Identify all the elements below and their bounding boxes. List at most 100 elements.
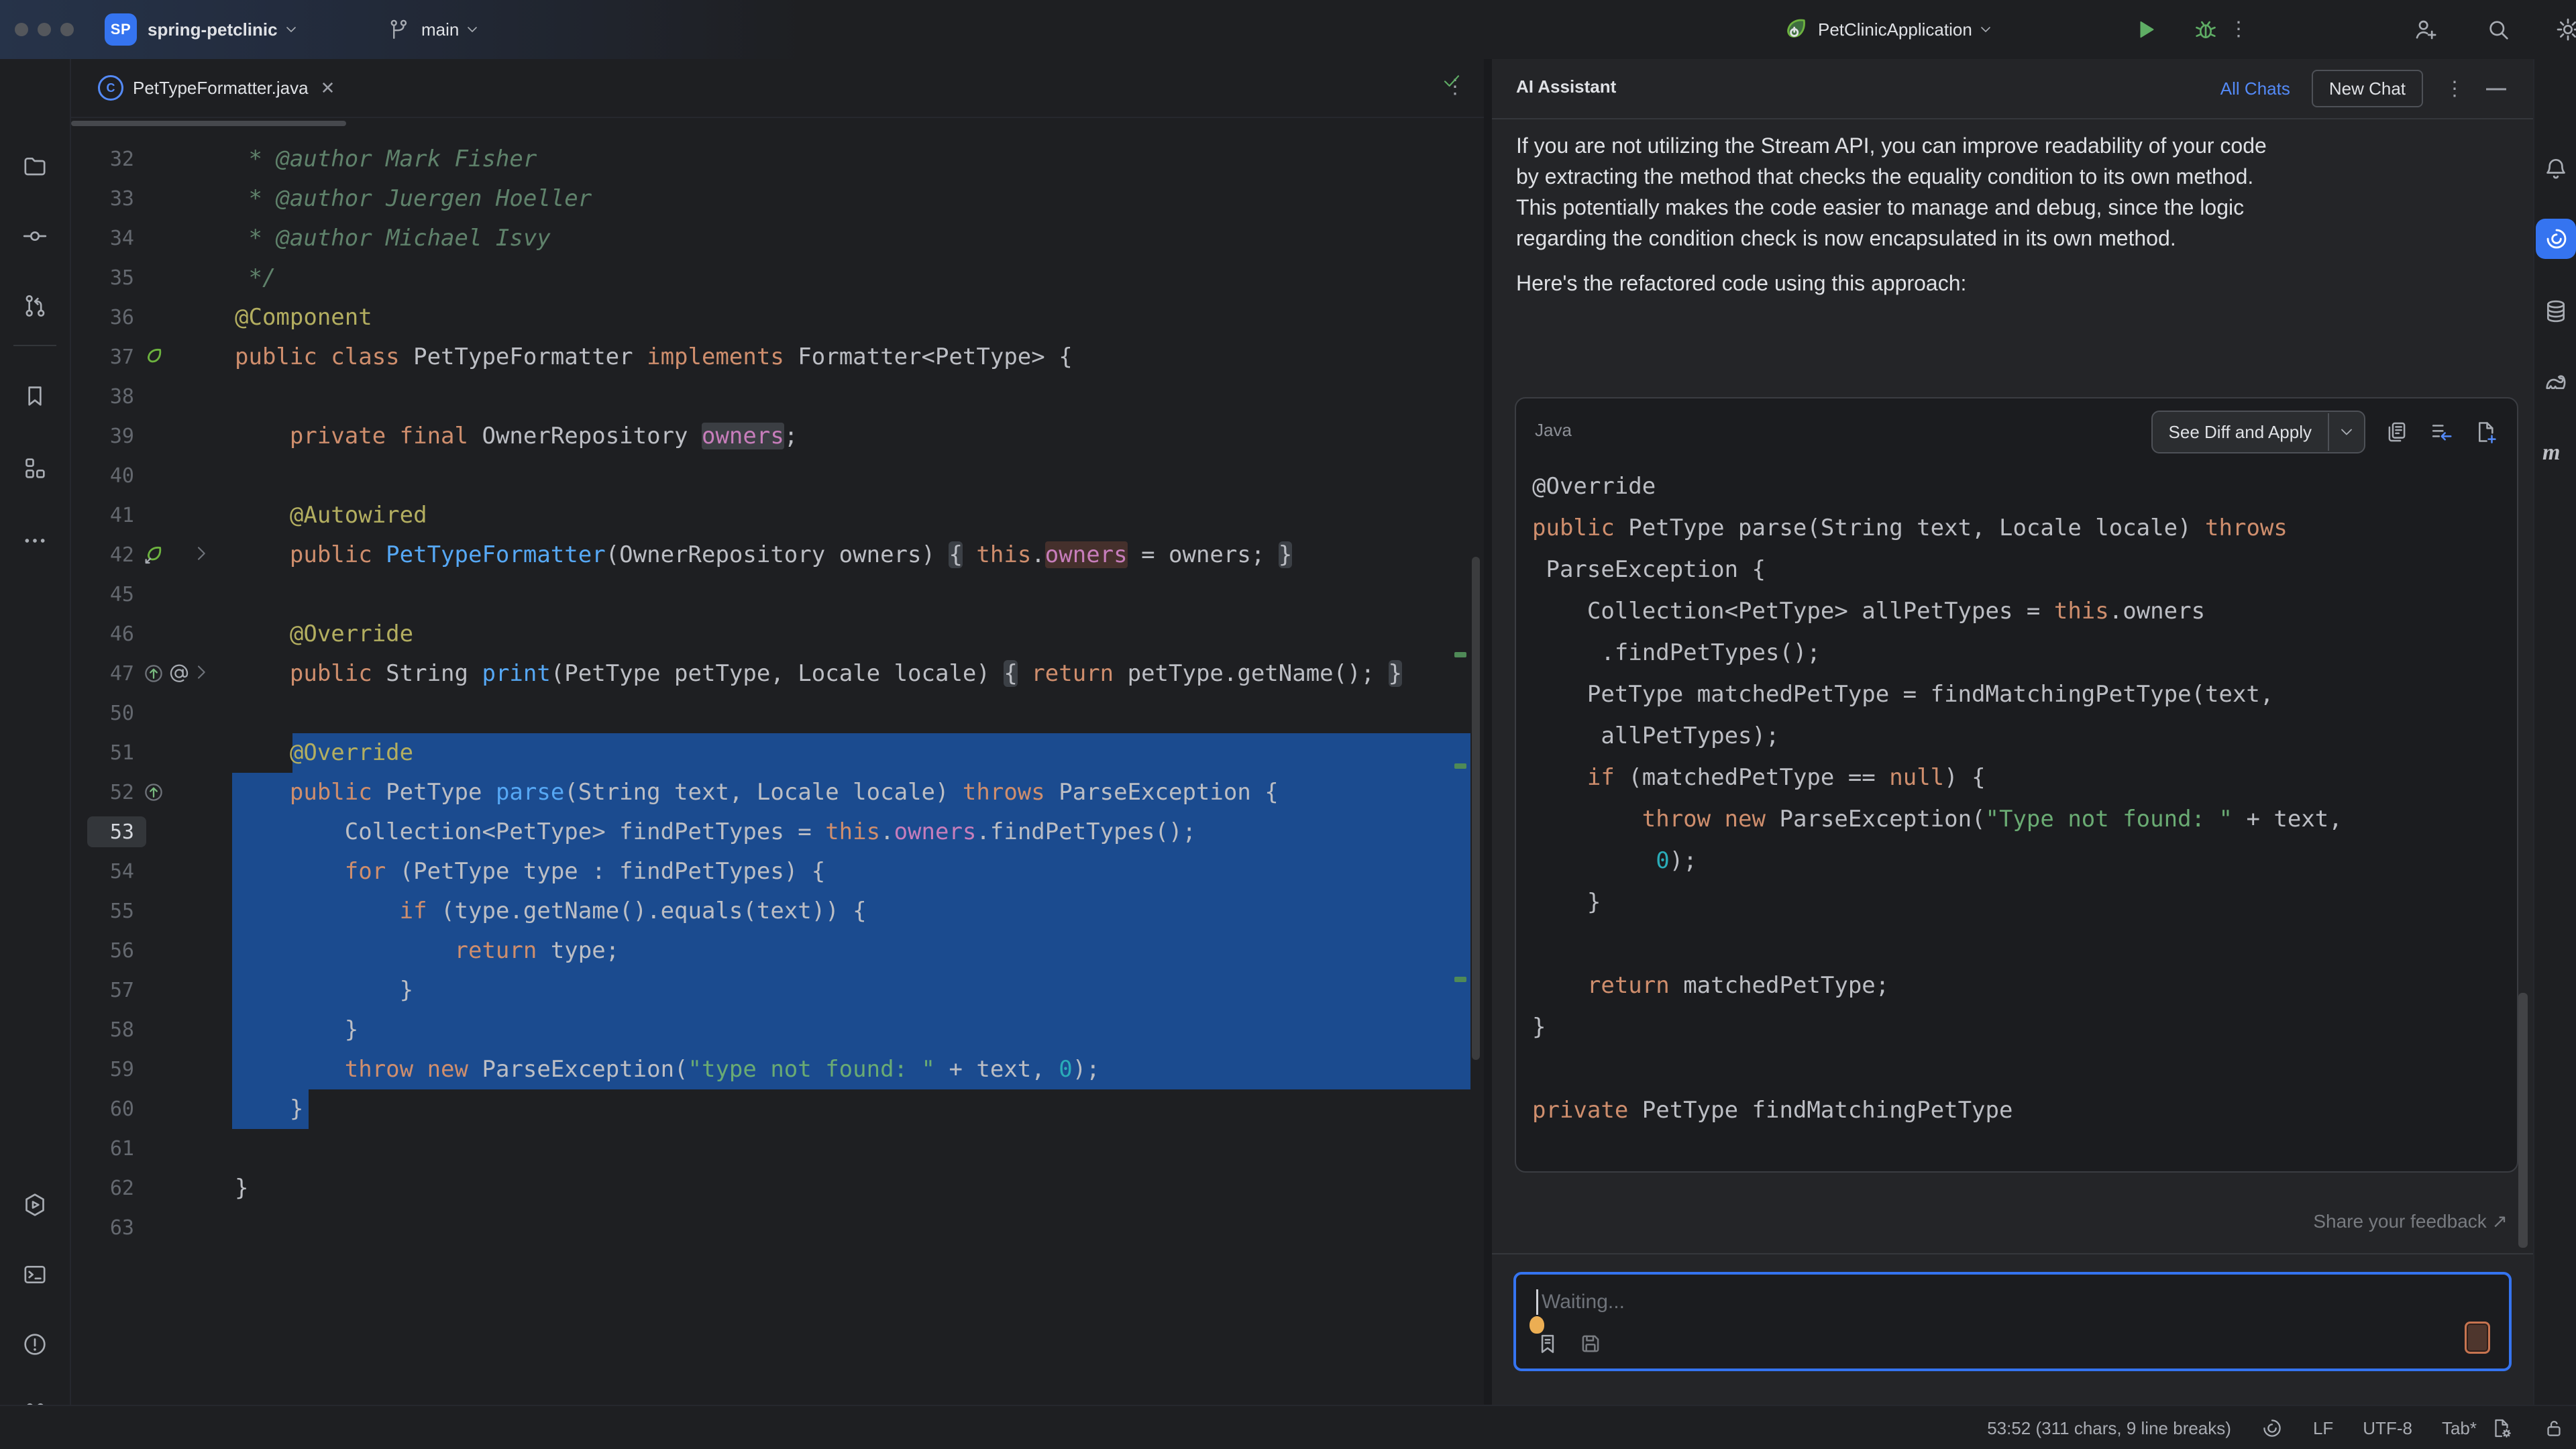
code-line-35[interactable]: 35 */ (71, 258, 1484, 298)
new-chat-button[interactable]: New Chat (2312, 70, 2423, 107)
code-text[interactable]: @Component (235, 298, 372, 337)
fold-chevron-icon[interactable] (191, 661, 212, 683)
ai-assistant-tool-icon[interactable] (2536, 219, 2576, 259)
more-tools-icon[interactable] (21, 527, 48, 554)
code-text[interactable]: throw new ParseException("type not found… (235, 1050, 1100, 1089)
code-text[interactable]: } (235, 971, 413, 1010)
code-text[interactable]: */ (235, 258, 276, 298)
tab-pettypeformatter[interactable]: C PetTypeFormatter.java ✕ (85, 59, 348, 117)
save-chat-icon[interactable] (1578, 1331, 1603, 1356)
copy-icon[interactable] (2384, 419, 2410, 445)
change-marker[interactable] (1454, 977, 1466, 982)
code-text[interactable]: * @author Juergen Hoeller (235, 179, 592, 219)
apply-dropdown-icon[interactable] (2329, 423, 2364, 441)
pull-requests-tool-icon[interactable] (21, 292, 48, 319)
stop-generation-button[interactable] (2465, 1322, 2490, 1354)
code-line-54[interactable]: 54 for (PetType type : findPetTypes) { (71, 852, 1484, 892)
code-text[interactable]: @Override (235, 733, 413, 773)
code-line-40[interactable]: 40 (71, 456, 1484, 496)
insert-at-caret-icon[interactable] (2428, 419, 2454, 445)
code-line-62[interactable]: 62} (71, 1169, 1484, 1208)
code-line-32[interactable]: 32 * @author Mark Fisher (71, 140, 1484, 179)
code-line-34[interactable]: 34 * @author Michael Isvy (71, 219, 1484, 258)
spring-arrow-gutter-icon[interactable] (142, 543, 165, 566)
code-line-42[interactable]: 42 public PetTypeFormatter(OwnerReposito… (71, 535, 1484, 575)
code-line-51[interactable]: 51 @Override (71, 733, 1484, 773)
code-line-46[interactable]: 46 @Override (71, 614, 1484, 654)
share-feedback-link[interactable]: Share your feedback ↗ (2313, 1210, 2508, 1232)
project-widget[interactable]: SP spring-petclinic (105, 0, 299, 59)
code-line-60[interactable]: 60 } (71, 1089, 1484, 1129)
commit-tool-icon[interactable] (21, 223, 48, 250)
maven-tool-icon[interactable]: m (2542, 440, 2560, 466)
code-text[interactable]: Collection<PetType> findPetTypes = this.… (235, 812, 1196, 852)
prompt-library-icon[interactable] (1535, 1331, 1560, 1356)
code-line-37[interactable]: 37public class PetTypeFormatter implemen… (71, 337, 1484, 377)
code-text[interactable]: } (235, 1169, 248, 1208)
code-text[interactable]: @Autowired (235, 496, 427, 535)
code-line-45[interactable]: 45 (71, 575, 1484, 614)
terminal-tool-icon[interactable] (21, 1261, 48, 1288)
indent-style[interactable]: Tab* (2442, 1418, 2477, 1439)
file-properties-icon[interactable] (2490, 1417, 2513, 1440)
panel-options-icon[interactable]: ⋮ (2445, 77, 2465, 101)
code-line-52[interactable]: 52 public PetType parse(String text, Loc… (71, 773, 1484, 812)
see-diff-label[interactable]: See Diff and Apply (2153, 422, 2328, 443)
structure-tool-icon[interactable] (21, 455, 48, 482)
at-gutter-icon[interactable] (168, 662, 191, 685)
chat-input[interactable]: Waiting... (1513, 1272, 2512, 1371)
window-close-dot[interactable] (15, 23, 28, 36)
code-line-41[interactable]: 41 @Autowired (71, 496, 1484, 535)
run-widget[interactable]: PetClinicApplication (1782, 0, 1994, 59)
code-text[interactable]: private final OwnerRepository owners; (235, 417, 798, 456)
spring-gutter-icon[interactable] (142, 345, 165, 368)
code-text[interactable]: for (PetType type : findPetTypes) { (235, 852, 825, 892)
code-line-56[interactable]: 56 return type; (71, 931, 1484, 971)
more-actions-button[interactable]: ⋮ (2229, 17, 2249, 41)
writable-lock-icon[interactable] (2542, 1417, 2565, 1440)
code-text[interactable]: public PetType parse(String text, Locale… (235, 773, 1279, 812)
code-with-me-icon[interactable] (2412, 16, 2439, 43)
ai-panel-scrollbar[interactable] (2518, 993, 2528, 1248)
debug-button[interactable] (2192, 16, 2219, 43)
code-line-38[interactable]: 38 (71, 377, 1484, 417)
tab-title[interactable]: PetTypeFormatter.java (133, 78, 309, 99)
code-line-57[interactable]: 57 } (71, 971, 1484, 1010)
hide-panel-icon[interactable]: — (2486, 77, 2506, 100)
line-separator[interactable]: LF (2313, 1418, 2333, 1439)
branch-name[interactable]: main (421, 19, 459, 40)
code-text[interactable]: public class PetTypeFormatter implements… (235, 337, 1073, 377)
window-minimize-dot[interactable] (38, 23, 51, 36)
code-line-59[interactable]: 59 throw new ParseException("type not fo… (71, 1050, 1484, 1089)
settings-icon[interactable] (2555, 16, 2576, 43)
close-icon[interactable]: ✕ (321, 78, 335, 99)
vcs-widget[interactable]: main (386, 0, 480, 59)
notifications-icon[interactable] (2542, 156, 2569, 182)
code-line-53[interactable]: 53 Collection<PetType> findPetTypes = th… (71, 812, 1484, 852)
code-line-47[interactable]: 47 public String print(PetType petType, … (71, 654, 1484, 694)
inspections-ok-icon[interactable] (1441, 70, 1462, 91)
code-line-50[interactable]: 50 (71, 694, 1484, 733)
run-configuration[interactable]: PetClinicApplication (1818, 19, 1972, 40)
override-gutter-icon[interactable] (142, 662, 165, 685)
change-marker[interactable] (1454, 763, 1466, 769)
code-line-63[interactable]: 63 (71, 1208, 1484, 1248)
code-text[interactable]: public String print(PetType petType, Loc… (235, 654, 1402, 694)
see-diff-and-apply-button[interactable]: See Diff and Apply (2151, 411, 2365, 453)
code-line-55[interactable]: 55 if (type.getName().equals(text)) { (71, 892, 1484, 931)
code-line-58[interactable]: 58 } (71, 1010, 1484, 1050)
code-text[interactable]: } (235, 1010, 358, 1050)
ai-status-icon[interactable] (2261, 1417, 2284, 1440)
caret-position[interactable]: 53:52 (311 chars, 9 line breaks) (1987, 1418, 2231, 1439)
fold-chevron-icon[interactable] (191, 543, 212, 564)
split-divider[interactable] (1484, 59, 1492, 1405)
code-text[interactable]: public PetTypeFormatter(OwnerRepository … (235, 535, 1292, 575)
database-tool-icon[interactable] (2542, 298, 2569, 325)
editor-scrollbar[interactable] (1472, 557, 1480, 1060)
code-text[interactable]: * @author Michael Isvy (235, 219, 551, 258)
code-line-33[interactable]: 33 * @author Juergen Hoeller (71, 179, 1484, 219)
code-text[interactable]: * @author Mark Fisher (235, 140, 537, 179)
project-name[interactable]: spring-petclinic (148, 19, 278, 40)
project-tool-icon[interactable] (21, 153, 48, 180)
gradle-tool-icon[interactable] (2542, 370, 2569, 397)
